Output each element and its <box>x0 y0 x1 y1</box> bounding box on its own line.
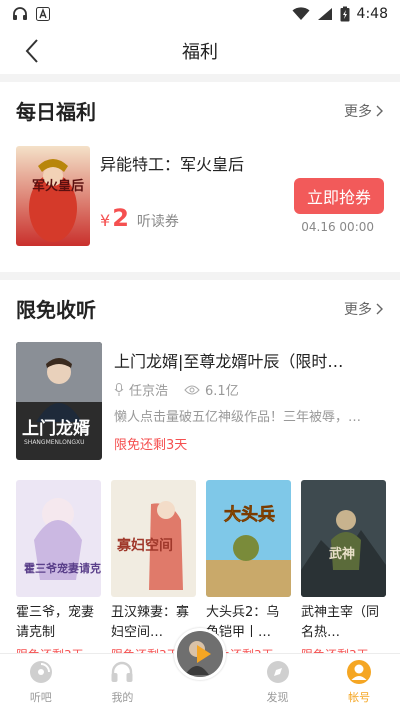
featured-meta: 任京浩 6.1亿 <box>114 380 239 399</box>
play-count: 6.1亿 <box>205 384 239 399</box>
book-cover[interactable]: 武神 <box>301 480 386 597</box>
app-screen: 4:48 福利 每日福利 更多 军火皇后 异能特工：军火皇后 ¥ 2 听读券 立… <box>0 0 400 711</box>
battery-icon <box>340 6 350 22</box>
eye-icon <box>184 385 200 394</box>
featured-title[interactable]: 上门龙婿|至尊龙婿叶辰（限时… <box>114 348 384 372</box>
tab-label: 我的 <box>111 691 134 704</box>
price-symbol: ¥ <box>100 211 111 230</box>
featured-free-item[interactable]: 上门龙婿 SHANGMENLONGXU 上门龙婿|至尊龙婿叶辰（限时… 任京浩 … <box>16 342 384 462</box>
grid-book-title[interactable]: 武神主宰（同名热… <box>301 603 386 643</box>
price-unit: 听读券 <box>136 214 179 230</box>
daily-section-title: 每日福利 <box>16 100 96 124</box>
daily-section-header: 每日福利 更多 <box>16 96 384 125</box>
section-divider <box>0 74 400 82</box>
microphone-icon <box>114 382 124 396</box>
status-time: 4:48 <box>356 6 388 22</box>
free-more-link[interactable]: 更多 <box>344 299 384 319</box>
price-value: 2 <box>112 204 129 232</box>
compass-icon <box>266 661 289 683</box>
font-a-status-icon <box>36 7 50 21</box>
signal-icon <box>317 8 332 20</box>
book-cover[interactable]: 军火皇后 <box>16 146 90 246</box>
free-book-grid: 霍三爷宠妻请克制 霍三爷，宠妻请克制 限免还剩3天 寡妇空间 丑汉辣妻：寡妇空间… <box>16 480 386 662</box>
book-title[interactable]: 异能特工：军火皇后 <box>100 151 244 175</box>
grid-book-card[interactable]: 寡妇空间 丑汉辣妻：寡妇空间… 限免还剩3天 <box>111 480 196 662</box>
cover-title-text: 寡妇空间 <box>116 537 173 554</box>
cover-title-text: 军火皇后 <box>32 178 84 194</box>
tab-mine[interactable]: 我的 <box>82 654 164 711</box>
narrator-name: 任京浩 <box>129 384 169 399</box>
headphones-status-icon <box>13 7 27 20</box>
headphones-icon <box>111 661 133 682</box>
more-label: 更多 <box>344 103 372 120</box>
section-divider <box>0 272 400 280</box>
tab-discover[interactable]: 发现 <box>237 654 319 711</box>
cover-title-text: 大头兵 <box>224 504 275 525</box>
tab-account[interactable]: 帐号 <box>318 654 400 711</box>
grid-book-card[interactable]: 大头兵 大头兵2：乌龟铠甲丨… 限免还剩3天 <box>206 480 291 662</box>
chevron-right-icon <box>376 303 383 314</box>
grid-book-title[interactable]: 霍三爷，宠妻请克制 <box>16 603 101 643</box>
cover-title-text: 霍三爷宠妻请克制 <box>24 561 101 575</box>
free-countdown-tag: 限免还剩3天 <box>114 438 188 453</box>
wifi-icon <box>292 7 310 20</box>
more-label: 更多 <box>344 301 372 318</box>
status-bar: 4:48 <box>0 0 400 28</box>
free-section-title: 限免收听 <box>16 298 96 322</box>
chevron-right-icon <box>376 105 383 116</box>
cover-pinyin-text: SHANGMENLONGXU <box>24 439 85 446</box>
book-cover[interactable]: 上门龙婿 SHANGMENLONGXU <box>16 342 102 460</box>
disc-icon <box>29 661 52 683</box>
coupon-date: 04.16 00:00 <box>301 220 374 234</box>
book-cover[interactable]: 霍三爷宠妻请克制 <box>16 480 101 597</box>
tab-label: 发现 <box>266 691 289 704</box>
coupon-price: ¥ 2 听读券 <box>100 204 179 232</box>
cover-title-text: 上门龙婿 <box>22 418 90 439</box>
grab-coupon-button[interactable]: 立即抢券 <box>294 178 384 214</box>
free-section-header: 限免收听 更多 <box>16 294 384 323</box>
tab-listen[interactable]: 听吧 <box>0 654 82 711</box>
tab-label: 听吧 <box>29 691 52 704</box>
back-arrow-icon[interactable] <box>18 36 48 66</box>
featured-description: 懒人点击量破五亿神级作品！三年被辱，… <box>114 410 362 425</box>
page-title: 福利 <box>182 42 218 63</box>
grid-book-card[interactable]: 武神 武神主宰（同名热… 限免还剩3天 <box>301 480 386 662</box>
tab-label: 帐号 <box>348 691 371 704</box>
cover-title-text: 武神 <box>329 546 355 562</box>
account-icon <box>347 660 372 684</box>
daily-welfare-item[interactable]: 军火皇后 异能特工：军火皇后 ¥ 2 听读券 立即抢券 04.16 00:00 <box>16 146 384 248</box>
book-cover[interactable]: 大头兵 <box>206 480 291 597</box>
now-playing-button[interactable] <box>174 628 226 680</box>
book-cover[interactable]: 寡妇空间 <box>111 480 196 597</box>
nav-bar: 福利 <box>0 28 400 74</box>
grid-book-card[interactable]: 霍三爷宠妻请克制 霍三爷，宠妻请克制 限免还剩3天 <box>16 480 101 662</box>
play-icon <box>177 631 223 677</box>
daily-more-link[interactable]: 更多 <box>344 101 384 121</box>
